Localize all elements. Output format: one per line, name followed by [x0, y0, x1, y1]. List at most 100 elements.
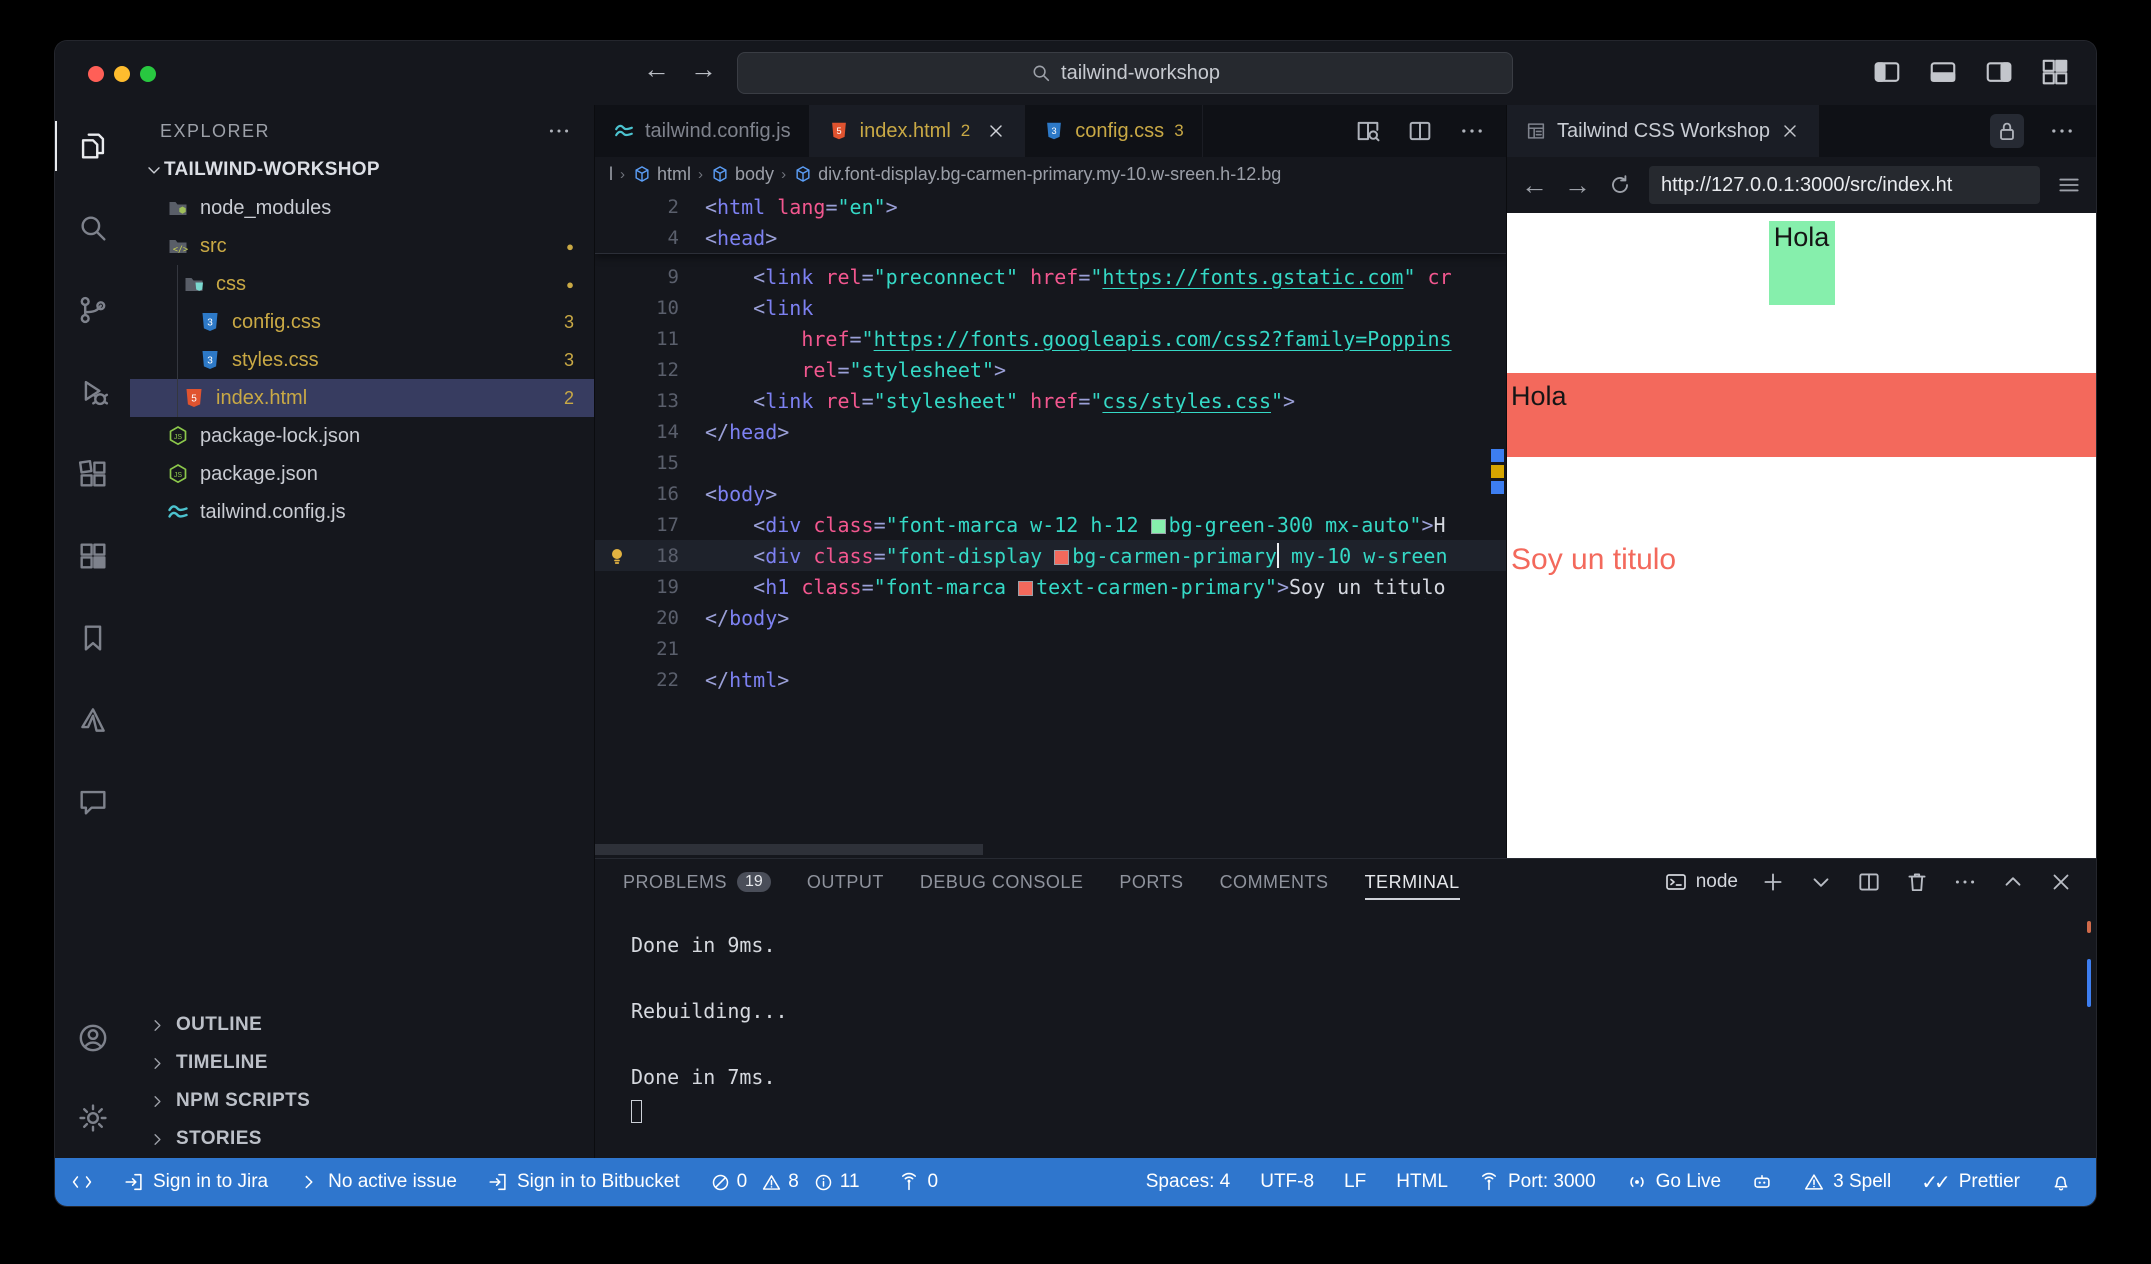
- status-item-ports-forwarded[interactable]: 0: [898, 1171, 939, 1193]
- breadcrumb-item[interactable]: html: [632, 164, 691, 185]
- kill-terminal-icon[interactable]: [1904, 869, 1930, 895]
- tree-item-styles-css[interactable]: 3styles.css3: [130, 341, 594, 379]
- tree-item-tailwind-config-js[interactable]: tailwind.config.js: [130, 493, 594, 531]
- tree-item-node-modules[interactable]: node_modules: [130, 189, 594, 227]
- code-line-17[interactable]: 17 <div class="font-marca w-12 h-12 bg-g…: [595, 509, 1506, 540]
- tree-item-src[interactable]: </>src●: [130, 227, 594, 265]
- code-line-4[interactable]: 4<head>: [595, 222, 1506, 253]
- hamburger-menu-icon[interactable]: [2056, 172, 2082, 198]
- status-item-port[interactable]: Port: 3000: [1478, 1171, 1596, 1193]
- command-center-search[interactable]: tailwind-workshop: [737, 52, 1513, 94]
- status-item-jira-signin[interactable]: Sign in to Jira: [123, 1171, 268, 1193]
- browser-back-icon[interactable]: ←: [1521, 170, 1548, 201]
- status-item-go-live[interactable]: Go Live: [1626, 1171, 1721, 1193]
- activity-item-run-debug[interactable]: [55, 351, 130, 433]
- panel-tab-comments[interactable]: COMMENTS: [1220, 859, 1329, 905]
- breadcrumb-item[interactable]: l: [609, 164, 613, 185]
- status-item-copilot[interactable]: [1751, 1171, 1773, 1193]
- maximize-window-button[interactable]: [140, 66, 156, 82]
- code-editor[interactable]: 2<html lang="en">4<head> 9 <link rel="pr…: [595, 191, 1506, 858]
- panel-tab-output[interactable]: OUTPUT: [807, 859, 884, 905]
- open-preview-icon[interactable]: [1354, 117, 1382, 145]
- close-window-button[interactable]: [88, 66, 104, 82]
- reload-icon[interactable]: [1607, 172, 1633, 198]
- tab-index-html[interactable]: 5index.html2: [810, 105, 1026, 157]
- activity-item-settings[interactable]: [55, 1078, 130, 1158]
- tab-tailwind-css-workshop[interactable]: Tailwind CSS Workshop: [1507, 105, 1819, 157]
- activity-item-explorer[interactable]: [55, 105, 130, 187]
- tree-item-config-css[interactable]: 3config.css3: [130, 303, 594, 341]
- tree-item-index-html[interactable]: 5index.html2: [130, 379, 594, 417]
- status-item-eol[interactable]: LF: [1344, 1171, 1366, 1193]
- close-panel-icon[interactable]: [2048, 869, 2074, 895]
- minimize-window-button[interactable]: [114, 66, 130, 82]
- status-item-diagnostics[interactable]: 0811: [710, 1171, 868, 1193]
- maximize-panel-icon[interactable]: [2000, 869, 2026, 895]
- activity-item-extensions[interactable]: [55, 433, 130, 515]
- code-line-21[interactable]: 21: [595, 633, 1506, 664]
- breadcrumb-item[interactable]: div.font-display.bg-carmen-primary.my-10…: [793, 164, 1281, 185]
- status-item-spell-checker[interactable]: 3 Spell: [1803, 1171, 1891, 1193]
- sidebar-section-timeline[interactable]: TIMELINE: [130, 1044, 594, 1082]
- new-terminal-button[interactable]: [1760, 869, 1786, 895]
- more-icon[interactable]: [1952, 869, 1978, 895]
- panel-tab-terminal[interactable]: TERMINAL: [1365, 859, 1460, 905]
- forward-icon[interactable]: →: [690, 54, 717, 85]
- panel-tab-problems[interactable]: PROBLEMS19: [623, 859, 771, 905]
- more-icon[interactable]: [2048, 117, 2076, 145]
- tab-config-css[interactable]: 3config.css3: [1025, 105, 1202, 157]
- sidebar-section-outline[interactable]: OUTLINE: [130, 1006, 594, 1044]
- terminal-output[interactable]: Done in 9ms. Rebuilding... Done in 7ms.: [595, 905, 2096, 1158]
- code-line-13[interactable]: 13 <link rel="stylesheet" href="css/styl…: [595, 385, 1506, 416]
- tab-tailwind-config-js[interactable]: tailwind.config.js: [595, 105, 810, 157]
- code-line-14[interactable]: 14</head>: [595, 416, 1506, 447]
- code-line-10[interactable]: 10 <link: [595, 292, 1506, 323]
- status-item-remote[interactable]: [71, 1171, 93, 1193]
- code-line-12[interactable]: 12 rel="stylesheet">: [595, 354, 1506, 385]
- url-input[interactable]: http://127.0.0.1:3000/src/index.ht: [1649, 166, 2040, 204]
- code-line-16[interactable]: 16<body>: [595, 478, 1506, 509]
- split-editor-icon[interactable]: [1406, 117, 1434, 145]
- panel-tab-debug-console[interactable]: DEBUG CONSOLE: [920, 859, 1084, 905]
- close-icon[interactable]: [1780, 121, 1800, 141]
- sidebar-section-npm-scripts[interactable]: NPM SCRIPTS: [130, 1082, 594, 1120]
- close-icon[interactable]: [986, 121, 1006, 141]
- breadcrumb-item[interactable]: body: [710, 164, 774, 185]
- activity-item-comments[interactable]: [55, 761, 130, 843]
- code-line-9[interactable]: 9 <link rel="preconnect" href="https://f…: [595, 261, 1506, 292]
- terminal-dropdown-icon[interactable]: [1808, 869, 1834, 895]
- tree-root-tailwind-workshop[interactable]: TAILWIND-WORKSHOP: [130, 151, 594, 189]
- code-line-15[interactable]: 15: [595, 447, 1506, 478]
- code-line-22[interactable]: 22</html>: [595, 664, 1506, 695]
- toggle-sidebar-right-icon[interactable]: [1984, 57, 2014, 87]
- code-line-19[interactable]: 19 <h1 class="font-marca text-carmen-pri…: [595, 571, 1506, 602]
- more-actions-icon[interactable]: [546, 118, 572, 144]
- panel-tab-ports[interactable]: PORTS: [1119, 859, 1183, 905]
- sidebar-section-stories[interactable]: STORIES: [130, 1120, 594, 1158]
- status-item-prettier[interactable]: ✓✓Prettier: [1921, 1170, 2020, 1195]
- activity-item-azure[interactable]: [55, 679, 130, 761]
- status-item-indentation[interactable]: Spaces: 4: [1146, 1171, 1231, 1193]
- status-item-language-mode[interactable]: HTML: [1396, 1171, 1448, 1193]
- horizontal-scrollbar[interactable]: [595, 844, 983, 855]
- activity-item-accounts[interactable]: [55, 998, 130, 1078]
- toggle-panel-icon[interactable]: [1928, 57, 1958, 87]
- activity-item-source-control[interactable]: [55, 269, 130, 351]
- customize-layout-icon[interactable]: [2040, 57, 2070, 87]
- browser-forward-icon[interactable]: →: [1564, 170, 1591, 201]
- tree-item-css[interactable]: css●: [130, 265, 594, 303]
- status-item-bitbucket-signin[interactable]: Sign in to Bitbucket: [487, 1171, 680, 1193]
- toggle-sidebar-left-icon[interactable]: [1872, 57, 1902, 87]
- tree-item-package-lock-json[interactable]: JSpackage-lock.json: [130, 417, 594, 455]
- lock-button[interactable]: [1990, 114, 2024, 148]
- status-item-notifications[interactable]: [2050, 1171, 2072, 1193]
- code-line-11[interactable]: 11 href="https://fonts.googleapis.com/cs…: [595, 323, 1506, 354]
- code-line-2[interactable]: 2<html lang="en">: [595, 191, 1506, 222]
- tree-item-package-json[interactable]: JSpackage.json: [130, 455, 594, 493]
- more-icon[interactable]: [1458, 117, 1486, 145]
- terminal-shell-selector[interactable]: node: [1664, 870, 1738, 894]
- status-item-encoding[interactable]: UTF-8: [1260, 1171, 1314, 1193]
- status-item-active-issue[interactable]: No active issue: [298, 1171, 457, 1193]
- code-line-20[interactable]: 20</body>: [595, 602, 1506, 633]
- code-line-18[interactable]: 18 <div class="font-display bg-carmen-pr…: [595, 540, 1506, 571]
